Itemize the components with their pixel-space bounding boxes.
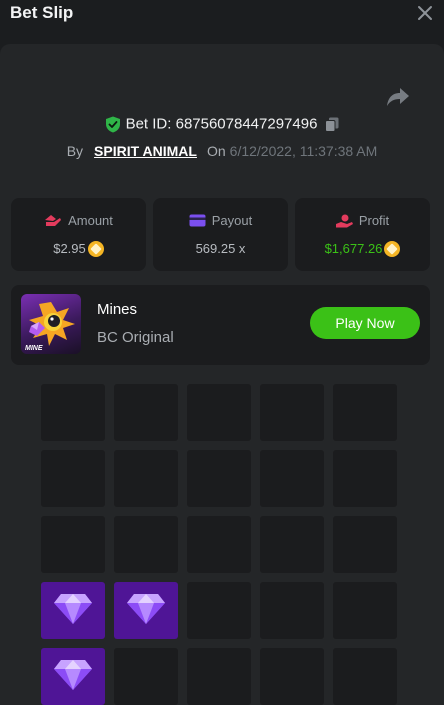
mine-tile	[187, 648, 251, 705]
payout-label: Payout	[211, 213, 253, 229]
profit-stat: Profit $1,677.26	[295, 198, 430, 271]
profit-value: $1,677.26	[324, 241, 383, 257]
mine-tile	[260, 384, 324, 441]
mine-tile	[260, 516, 324, 573]
mine-tile	[41, 516, 105, 573]
gem-icon	[53, 656, 93, 697]
bet-slip-panel: Bet ID: 68756078447297496 By SPIRIT ANIMA…	[0, 44, 444, 705]
amount-stat: Amount $2.95	[11, 198, 146, 271]
on-label: On	[206, 143, 226, 159]
mine-tile	[333, 648, 397, 705]
mine-tile	[333, 582, 397, 639]
mines-game-thumbnail[interactable]: MINE	[21, 294, 81, 354]
copy-icon[interactable]	[325, 117, 339, 132]
amount-value: $2.95	[53, 241, 86, 257]
payout-stat: Payout 569.25 x	[153, 198, 288, 271]
mine-tile	[114, 516, 178, 573]
mine-tile	[114, 648, 178, 705]
by-label: By	[66, 143, 84, 159]
mine-tile	[187, 450, 251, 507]
bet-id: Bet ID: 68756078447297496	[125, 115, 318, 133]
amount-icon	[45, 214, 62, 226]
game-name: Mines	[97, 301, 138, 318]
payout-value: 569.25 x	[195, 241, 246, 257]
bcd-coin-icon	[87, 240, 104, 257]
verified-shield-icon	[105, 116, 120, 133]
mine-tile	[260, 450, 324, 507]
bet-meta-row: By SPIRIT ANIMAL On 6/12/2022, 11:37:38 AM	[0, 143, 444, 159]
gem-icon	[53, 590, 93, 631]
bet-id-row: Bet ID: 68756078447297496	[0, 115, 444, 133]
mine-tile	[114, 384, 178, 441]
gem-icon	[126, 590, 166, 631]
gem-tile	[114, 582, 178, 639]
page-title: Bet Slip	[10, 3, 74, 22]
mine-tile	[187, 582, 251, 639]
gem-tile	[41, 648, 105, 705]
mine-tile	[333, 516, 397, 573]
bet-date: 6/12/2022, 11:37:38 AM	[229, 143, 378, 159]
mine-tile	[333, 450, 397, 507]
bcd-coin-icon	[384, 240, 401, 257]
mine-tile	[187, 384, 251, 441]
play-now-button[interactable]: Play Now	[310, 307, 420, 339]
mine-tile	[260, 648, 324, 705]
profit-icon	[335, 214, 353, 228]
mine-tile	[187, 516, 251, 573]
payout-icon	[189, 214, 206, 227]
mines-logo-icon: MINE	[25, 302, 75, 352]
mine-tile	[41, 384, 105, 441]
game-subtitle: BC Original	[97, 329, 174, 346]
header: Bet Slip	[0, 0, 444, 44]
gem-tile	[41, 582, 105, 639]
amount-label: Amount	[68, 213, 113, 229]
close-icon[interactable]	[416, 4, 434, 22]
share-icon[interactable]	[386, 86, 410, 108]
mines-logo-text: MINE	[25, 345, 43, 352]
profit-label: Profit	[358, 213, 390, 229]
username-link[interactable]: SPIRIT ANIMAL	[94, 143, 197, 159]
mine-tile	[333, 384, 397, 441]
mine-tile	[260, 582, 324, 639]
mine-tile	[114, 450, 178, 507]
game-card: MINE Mines BC Original Play Now	[11, 285, 430, 365]
mine-tile	[41, 450, 105, 507]
mines-grid	[41, 384, 401, 705]
